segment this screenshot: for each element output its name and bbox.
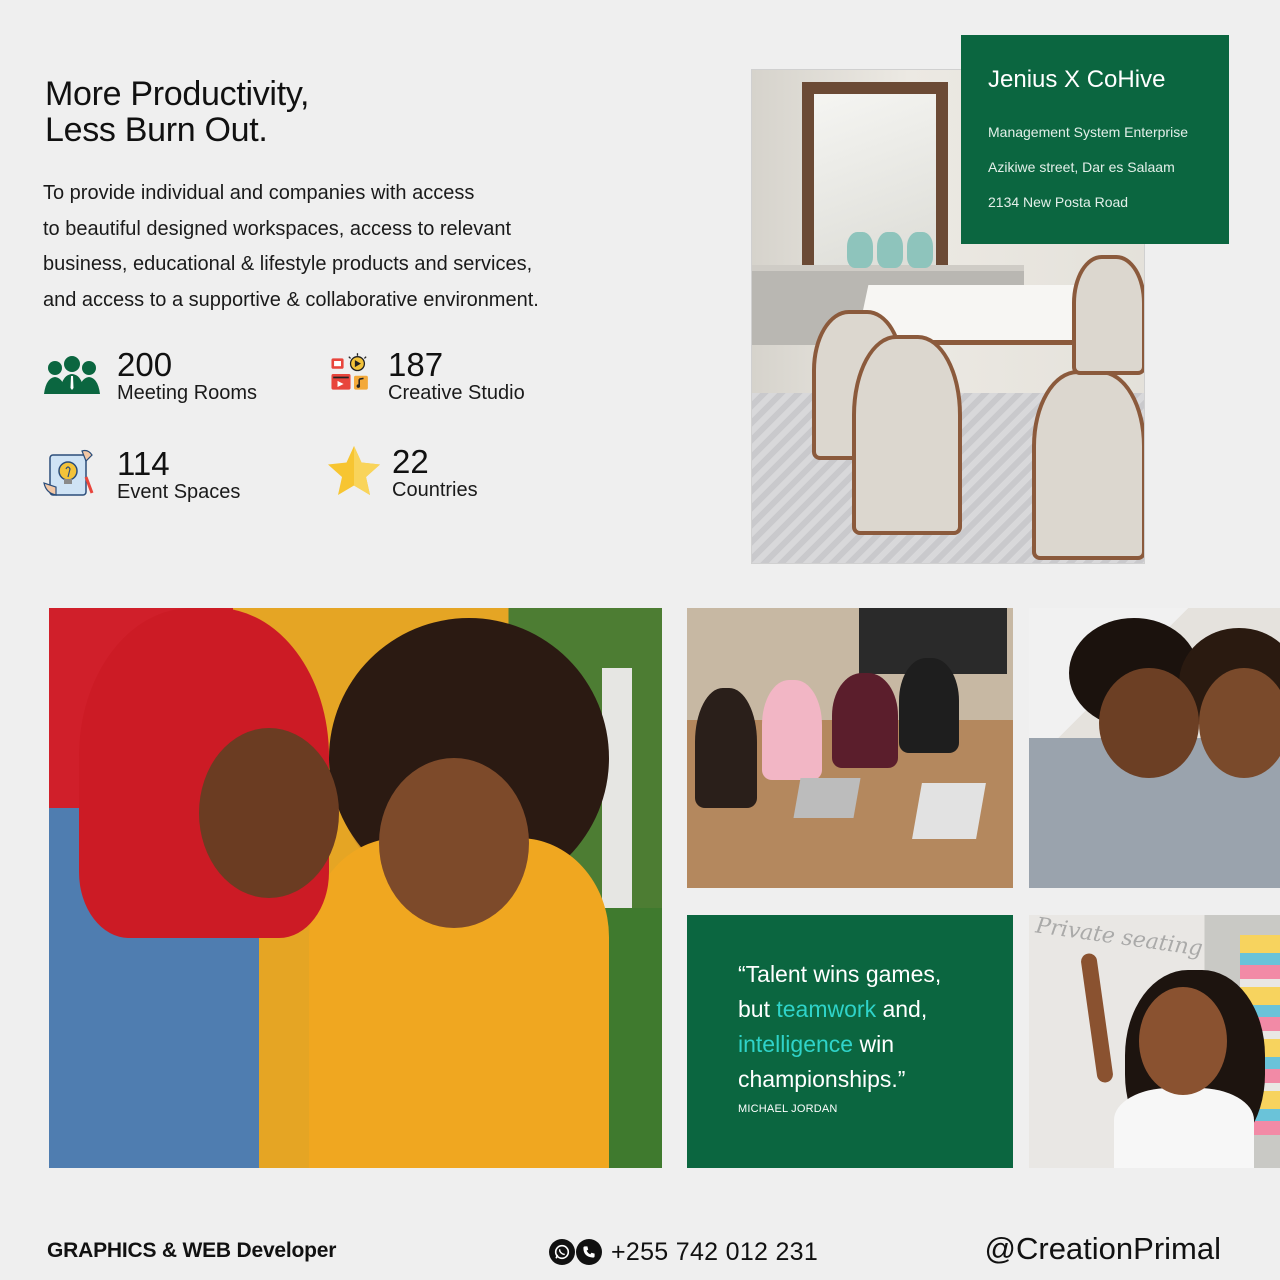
company-street: Azikiwe street, Dar es Salaam: [988, 159, 1175, 175]
quote-text: win: [853, 1031, 894, 1057]
board-writing: Private seating: [1034, 915, 1205, 962]
headline-line-1: More Productivity,: [45, 75, 310, 113]
stat-event-spaces: 114 Event Spaces: [42, 447, 240, 503]
quote-line-4: championships.”: [738, 1066, 906, 1092]
vase: [877, 232, 903, 268]
person: [832, 673, 898, 768]
whiteboard-woman-photo: Private seating: [1029, 915, 1280, 1168]
laptop: [793, 778, 861, 818]
footer-role: GRAPHICS & WEB Developer: [47, 1239, 337, 1262]
quote-card: “Talent wins games, but teamwork and, in…: [687, 915, 1013, 1168]
intro-line: business, educational & lifestyle produc…: [43, 253, 533, 275]
hugging-friends-photo: [1029, 608, 1280, 888]
stat-creative-studio: 187 Creative Studio: [328, 348, 525, 404]
person: [899, 658, 959, 753]
company-road: 2134 New Posta Road: [988, 194, 1129, 210]
intro-paragraph: To provide individual and companies with…: [43, 176, 603, 318]
social-handle[interactable]: @CreationPrimal: [985, 1231, 1221, 1267]
page-title: More Productivity, Less Burn Out.: [45, 76, 309, 148]
face: [199, 728, 339, 898]
stat-value: 187: [388, 346, 444, 383]
company-info-card: Jenius X CoHive Management System Enterp…: [961, 35, 1229, 244]
chair: [1032, 370, 1144, 560]
person: [762, 680, 822, 780]
vase: [847, 232, 873, 268]
person: [695, 688, 757, 808]
media-creative-icon: [331, 353, 368, 390]
quote-line-1: “Talent wins games,: [738, 961, 942, 987]
phone-number[interactable]: +255 742 012 231: [611, 1236, 818, 1268]
arm: [1080, 952, 1114, 1084]
stat-label: Meeting Rooms: [117, 382, 258, 404]
stat-value: 200: [117, 346, 173, 383]
stat-text: 187 Creative Studio: [388, 346, 525, 405]
chair: [1072, 255, 1144, 375]
intro-line: To provide individual and companies with…: [43, 182, 475, 204]
stat-meeting-rooms: 200 Meeting Rooms: [42, 348, 257, 404]
stat-value: 22: [392, 443, 429, 480]
women-phone-photo: [49, 608, 662, 1168]
white-shirt: [1114, 1088, 1254, 1168]
face: [379, 758, 529, 928]
intro-line: and access to a supportive & collaborati…: [43, 288, 539, 311]
quote-author: MICHAEL JORDAN: [738, 1103, 838, 1115]
stat-value: 114: [117, 445, 170, 482]
face: [1139, 987, 1227, 1095]
whatsapp-icon[interactable]: [549, 1239, 575, 1265]
quote-line-2: but teamwork and,: [738, 992, 1013, 1027]
quote-highlight: intelligence: [738, 1031, 854, 1057]
phone-icon[interactable]: [576, 1239, 602, 1265]
pillar: [602, 668, 632, 928]
quote-line-3: intelligence win: [738, 1027, 1013, 1062]
quote-text: but: [738, 996, 777, 1022]
quote-highlight: teamwork: [776, 996, 877, 1022]
stat-text: 114 Event Spaces: [117, 445, 241, 504]
idea-hands-icon: [43, 449, 94, 496]
intro-line: to beautiful designed workspaces, access…: [43, 217, 512, 240]
company-name: Jenius X CoHive: [988, 66, 1166, 93]
company-tagline: Management System Enterprise: [988, 124, 1188, 140]
meeting-room-photo: [687, 608, 1013, 888]
vase: [907, 232, 933, 268]
headline-line-2: Less Burn Out.: [45, 111, 268, 149]
face: [1099, 668, 1199, 778]
stat-label: Countries: [392, 479, 478, 501]
people-group-icon: [44, 356, 100, 394]
star-icon: [328, 446, 380, 495]
stat-countries: 22 Countries: [324, 445, 478, 501]
stat-label: Creative Studio: [388, 382, 525, 404]
stat-text: 200 Meeting Rooms: [117, 346, 258, 405]
laptop: [912, 783, 986, 839]
footer-contact: +255 742 012 231: [549, 1236, 818, 1268]
stat-label: Event Spaces: [117, 481, 241, 503]
face: [1199, 668, 1280, 778]
stat-text: 22 Countries: [392, 443, 478, 502]
quote-text: and,: [876, 996, 928, 1022]
chair: [852, 335, 962, 535]
